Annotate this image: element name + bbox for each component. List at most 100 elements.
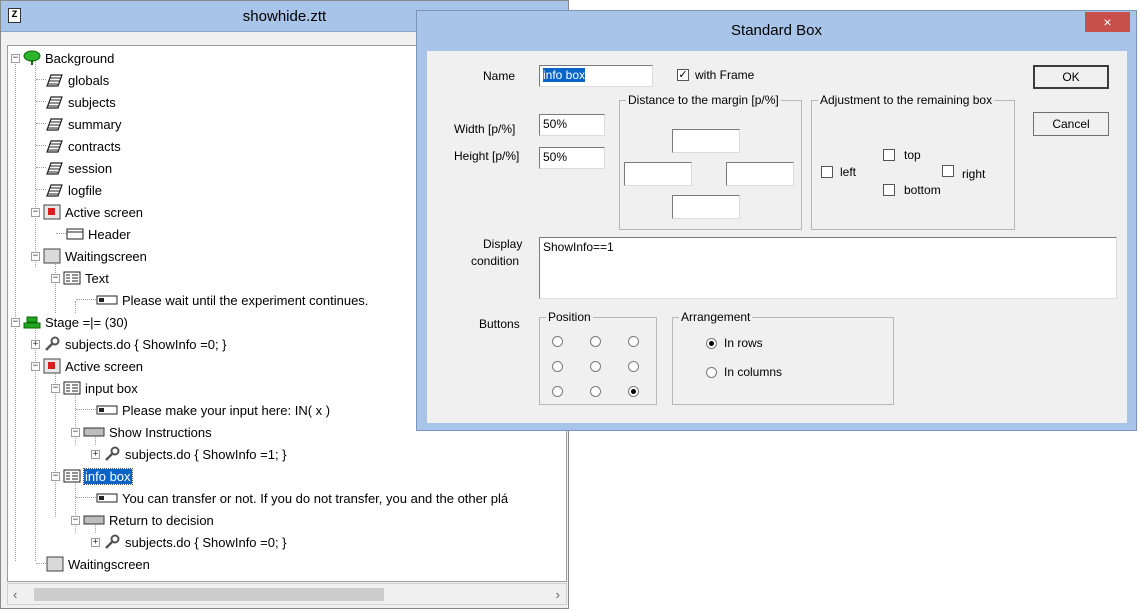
tree-node-label: Show Instructions bbox=[109, 424, 212, 440]
tree-node-program[interactable]: subjects.do { ShowInfo =0; } bbox=[103, 532, 288, 552]
height-field[interactable]: 50% bbox=[539, 147, 605, 169]
tree-node-input-box[interactable]: input box bbox=[63, 378, 139, 398]
tree-node-label: Waitingscreen bbox=[68, 556, 150, 572]
button-icon bbox=[83, 424, 105, 440]
item-icon bbox=[96, 490, 118, 506]
tree-line bbox=[36, 79, 46, 80]
active-screen-icon bbox=[43, 358, 61, 374]
tree-node-label: contracts bbox=[68, 138, 121, 154]
in-rows-radio[interactable] bbox=[706, 338, 717, 349]
position-radio-middle-right[interactable] bbox=[628, 361, 639, 372]
tree-node-label: Return to decision bbox=[109, 512, 214, 528]
tree-node-label: session bbox=[68, 160, 113, 176]
tree-node-button[interactable]: Show Instructions bbox=[83, 422, 213, 442]
tree-node-subjects[interactable]: subjects bbox=[46, 92, 117, 112]
display-condition-field[interactable]: ShowInfo==1 bbox=[539, 237, 1117, 299]
dialog-body: Name info box ✓ with Frame OK Cancel Wid… bbox=[427, 51, 1127, 423]
collapse-toggle[interactable]: − bbox=[31, 362, 40, 371]
tree-node-program[interactable]: subjects.do { ShowInfo =1; } bbox=[103, 444, 288, 464]
tree-node-label: globals bbox=[68, 72, 110, 88]
adjust-top-checkbox[interactable] bbox=[883, 149, 895, 161]
dialog-title: Standard Box bbox=[731, 22, 822, 39]
collapse-toggle[interactable]: − bbox=[51, 274, 60, 283]
collapse-toggle[interactable]: − bbox=[51, 472, 60, 481]
collapse-toggle[interactable]: − bbox=[31, 252, 40, 261]
expand-toggle[interactable]: + bbox=[31, 340, 40, 349]
margin-left-field[interactable] bbox=[624, 162, 692, 186]
tree-node-label: summary bbox=[68, 116, 122, 132]
collapse-toggle[interactable]: − bbox=[31, 208, 40, 217]
adjust-right-label: right bbox=[962, 167, 986, 181]
adjust-bottom-label: bottom bbox=[904, 183, 941, 197]
tree-node-contracts[interactable]: contracts bbox=[46, 136, 122, 156]
adjust-right-checkbox[interactable] bbox=[942, 165, 954, 177]
name-field[interactable]: info box bbox=[539, 65, 653, 87]
tree-node-label: Text bbox=[85, 270, 109, 286]
height-label: Height [p/%] bbox=[454, 149, 520, 163]
horizontal-scrollbar[interactable]: ‹ › bbox=[7, 583, 567, 605]
position-radio-middle-center[interactable] bbox=[590, 361, 601, 372]
tree-node-logfile[interactable]: logfile bbox=[46, 180, 103, 200]
collapse-toggle[interactable]: − bbox=[11, 54, 20, 63]
collapse-toggle[interactable]: − bbox=[51, 384, 60, 393]
position-radio-top-center[interactable] bbox=[590, 336, 601, 347]
tree-node-globals[interactable]: globals bbox=[46, 70, 110, 90]
program-wrench-icon bbox=[103, 446, 121, 462]
table-icon bbox=[46, 72, 64, 88]
tree-node-stage[interactable]: Stage =|= (30) bbox=[23, 312, 129, 332]
tree-node-summary[interactable]: summary bbox=[46, 114, 122, 134]
condition-label: condition bbox=[471, 254, 520, 268]
tree-node-header[interactable]: Header bbox=[66, 224, 132, 244]
tree-node-waitingscreen[interactable]: Waitingscreen bbox=[46, 554, 151, 574]
cancel-button[interactable]: Cancel bbox=[1033, 112, 1109, 136]
tree-node-background[interactable]: Background bbox=[23, 48, 115, 68]
close-button[interactable]: × bbox=[1085, 12, 1130, 32]
margin-top-field[interactable] bbox=[672, 129, 740, 153]
item-icon bbox=[96, 292, 118, 308]
position-radio-bottom-right[interactable] bbox=[628, 386, 639, 397]
with-frame-checkbox[interactable]: ✓ bbox=[677, 69, 689, 81]
tree-node-label: Active screen bbox=[65, 204, 144, 220]
position-radio-bottom-left[interactable] bbox=[552, 386, 563, 397]
tree-node-info-box[interactable]: info box bbox=[63, 466, 133, 486]
tree-node-label: Background bbox=[45, 50, 115, 66]
tree-node-active-screen[interactable]: Active screen bbox=[43, 356, 144, 376]
arrangement-group: Arrangement In rows In columns bbox=[672, 310, 894, 405]
tree-line bbox=[35, 59, 36, 267]
adjust-top-label: top bbox=[904, 148, 921, 162]
ok-button[interactable]: OK bbox=[1033, 65, 1109, 89]
expand-toggle[interactable]: + bbox=[91, 450, 100, 459]
tree-node-button[interactable]: Return to decision bbox=[83, 510, 215, 530]
tree-node-active-screen[interactable]: Active screen bbox=[43, 202, 144, 222]
scroll-left-icon[interactable]: ‹ bbox=[13, 587, 17, 602]
adjust-bottom-checkbox[interactable] bbox=[883, 184, 895, 196]
position-group-caption: Position bbox=[546, 310, 593, 324]
in-columns-label: In columns bbox=[724, 365, 783, 379]
margin-right-field[interactable] bbox=[726, 162, 794, 186]
tree-node-program[interactable]: subjects.do { ShowInfo =0; } bbox=[43, 334, 228, 354]
tree-node-item[interactable]: Please make your input here: IN( x ) bbox=[96, 400, 331, 420]
tree-node-item[interactable]: Please wait until the experiment continu… bbox=[96, 290, 369, 310]
tree-node-text-box[interactable]: Text bbox=[63, 268, 110, 288]
collapse-toggle[interactable]: − bbox=[71, 516, 80, 525]
tree-node-waitingscreen[interactable]: Waitingscreen bbox=[43, 246, 148, 266]
waiting-screen-icon bbox=[43, 248, 61, 264]
position-radio-bottom-center[interactable] bbox=[590, 386, 601, 397]
margin-bottom-field[interactable] bbox=[672, 195, 740, 219]
tree-node-label: Waitingscreen bbox=[65, 248, 147, 264]
scrollbar-thumb[interactable] bbox=[34, 588, 384, 601]
adjust-left-checkbox[interactable] bbox=[821, 166, 833, 178]
position-radio-top-right[interactable] bbox=[628, 336, 639, 347]
collapse-toggle[interactable]: − bbox=[71, 428, 80, 437]
position-radio-middle-left[interactable] bbox=[552, 361, 563, 372]
width-field[interactable]: 50% bbox=[539, 114, 605, 136]
scroll-right-icon[interactable]: › bbox=[556, 587, 560, 602]
tree-node-session[interactable]: session bbox=[46, 158, 113, 178]
in-columns-radio[interactable] bbox=[706, 367, 717, 378]
tree-node-label: input box bbox=[85, 380, 138, 396]
collapse-toggle[interactable]: − bbox=[11, 318, 20, 327]
position-radio-top-left[interactable] bbox=[552, 336, 563, 347]
tree-node-item[interactable]: You can transfer or not. If you do not t… bbox=[96, 488, 509, 508]
expand-toggle[interactable]: + bbox=[91, 538, 100, 547]
tree-line bbox=[36, 189, 46, 190]
